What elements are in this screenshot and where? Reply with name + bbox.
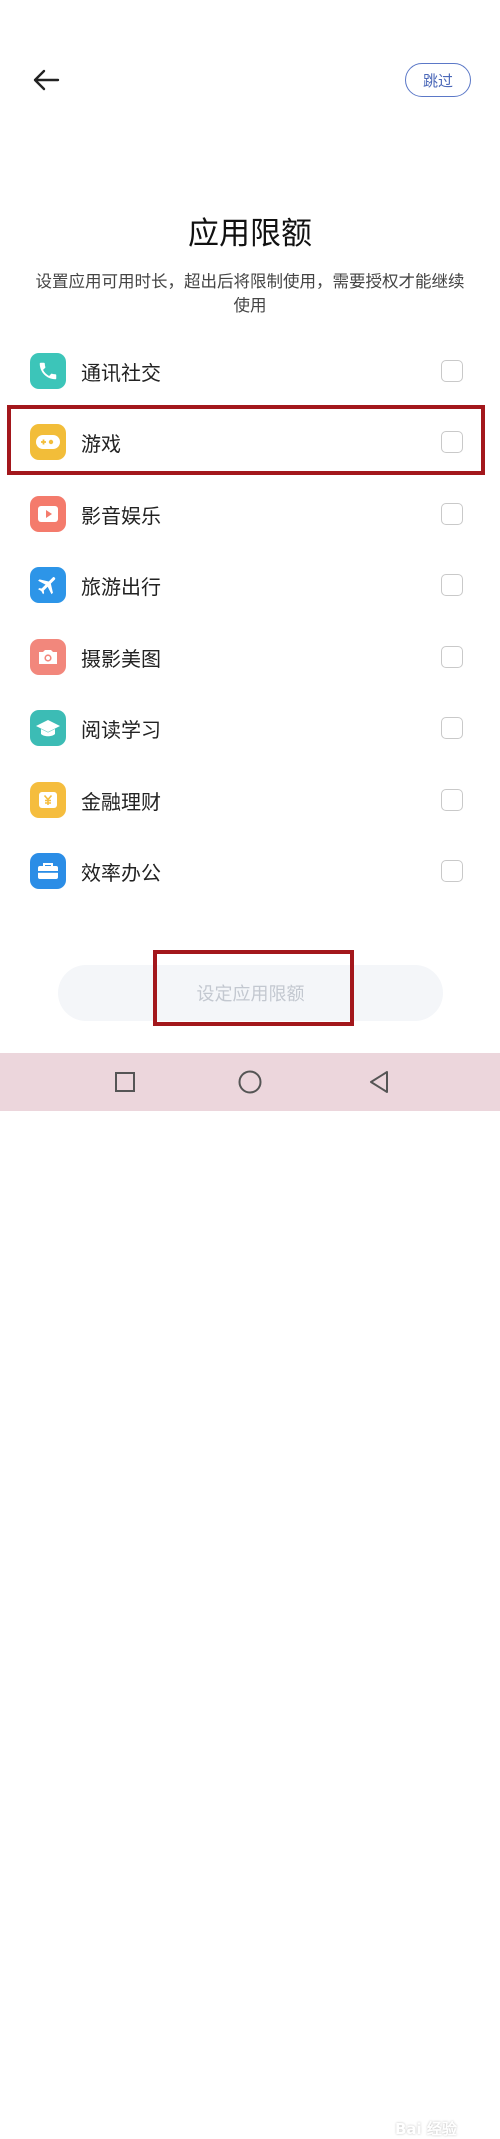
- category-checkbox[interactable]: [441, 646, 463, 668]
- category-item-social[interactable]: 通讯社交: [0, 335, 500, 407]
- arrow-left-icon: [33, 69, 60, 91]
- category-item-reading[interactable]: 阅读学习: [0, 692, 500, 764]
- category-label: 效率办公: [81, 860, 161, 885]
- category-item-productivity[interactable]: 效率办公: [0, 835, 500, 907]
- airplane-icon: [30, 567, 66, 603]
- category-checkbox[interactable]: [441, 503, 463, 525]
- category-checkbox[interactable]: [441, 574, 463, 596]
- phone-icon: [30, 353, 66, 389]
- category-item-finance[interactable]: 金融理财: [0, 764, 500, 836]
- back-nav-button[interactable]: [366, 1069, 392, 1095]
- category-checkbox[interactable]: [441, 360, 463, 382]
- page-description: 设置应用可用时长，超出后将限制使用，需要授权才能继续使用: [35, 272, 465, 315]
- category-label: 旅游出行: [81, 574, 161, 599]
- category-label: 摄影美图: [81, 646, 161, 671]
- skip-button[interactable]: 跳过: [405, 63, 471, 97]
- category-checkbox[interactable]: [441, 789, 463, 811]
- briefcase-icon: [30, 853, 66, 889]
- category-item-media[interactable]: 影音娱乐: [0, 478, 500, 550]
- page-title: 应用限额: [188, 216, 312, 252]
- annotation-highlight-games: [7, 405, 485, 475]
- recent-apps-button[interactable]: [112, 1069, 138, 1095]
- play-icon: [30, 496, 66, 532]
- category-label: 金融理财: [81, 789, 161, 814]
- square-icon: [115, 1072, 135, 1092]
- category-label: 通讯社交: [81, 360, 161, 385]
- triangle-back-icon: [370, 1071, 388, 1093]
- home-button[interactable]: [237, 1069, 263, 1095]
- yuan-icon: [30, 782, 66, 818]
- category-label: 影音娱乐: [81, 503, 161, 528]
- system-nav-bar: Bai 经验: [0, 1053, 500, 2138]
- annotation-highlight-confirm: [153, 950, 354, 1026]
- category-item-photography[interactable]: 摄影美图: [0, 621, 500, 693]
- watermark: Bai 经验: [395, 2120, 457, 2138]
- back-button[interactable]: [28, 62, 64, 98]
- circle-icon: [238, 1070, 262, 1094]
- graduation-cap-icon: [30, 710, 66, 746]
- category-checkbox[interactable]: [441, 860, 463, 882]
- category-item-travel[interactable]: 旅游出行: [0, 549, 500, 621]
- camera-icon: [30, 639, 66, 675]
- category-checkbox[interactable]: [441, 717, 463, 739]
- category-label: 阅读学习: [81, 717, 161, 742]
